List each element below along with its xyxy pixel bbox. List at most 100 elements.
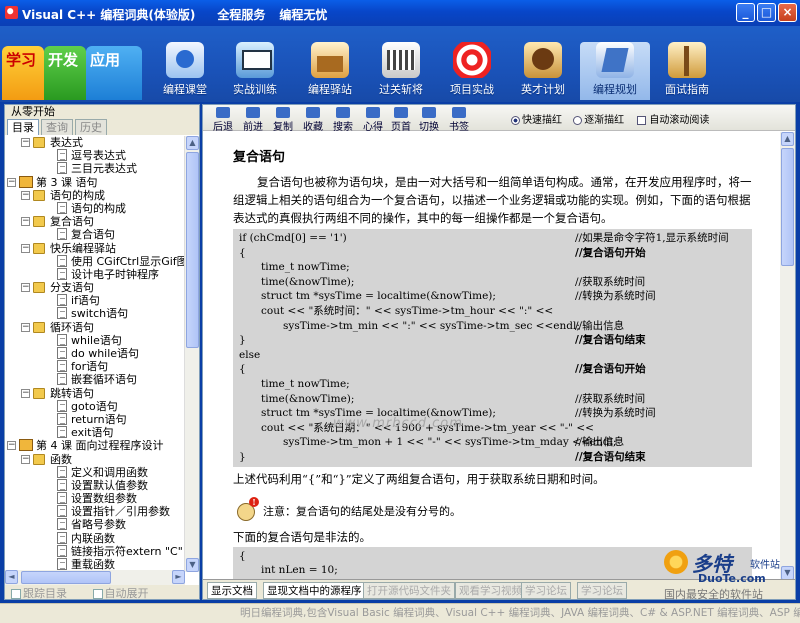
tree-node[interactable]: 设置指针／引用参数 (5, 505, 185, 518)
tree-node[interactable]: do while语句 (5, 347, 185, 360)
tree-node[interactable]: goto语句 (5, 399, 185, 413)
tree-horizontal-scrollbar[interactable]: ◄ ► (5, 570, 185, 585)
tree-node[interactable]: 嵌套循环语句 (5, 373, 185, 386)
search-button[interactable]: 搜索 (329, 106, 357, 133)
expand-toggle-icon[interactable]: − (7, 177, 16, 187)
back-button[interactable]: 后退 (209, 106, 237, 133)
expand-toggle-icon[interactable]: − (21, 217, 30, 227)
tree-node[interactable]: 设计电子时钟程序 (5, 267, 185, 281)
tree-node[interactable]: 定义和调用函数 (5, 465, 185, 479)
expand-toggle-icon[interactable]: − (7, 441, 16, 451)
expand-toggle-icon[interactable]: − (21, 454, 30, 464)
tree-node[interactable]: exit语句 (5, 426, 185, 439)
tree-node[interactable]: 逗号表达式 (5, 149, 185, 162)
expand-toggle-icon[interactable]: − (21, 138, 30, 147)
tab-show-source[interactable]: 显现文档中的源程序 (263, 582, 366, 599)
copy-button[interactable]: 复制 (269, 106, 297, 133)
page-title: 复合语句 (233, 150, 286, 165)
tree-node[interactable]: if语句 (5, 294, 185, 307)
tree-node[interactable]: 复合语句 (5, 228, 185, 242)
back-label: 后退 (213, 122, 233, 133)
scroll-left-arrow-icon[interactable]: ◄ (5, 570, 18, 584)
expand-toggle-icon[interactable]: − (21, 322, 30, 332)
tree-node[interactable]: 语句的构成 (5, 201, 185, 215)
expand-toggle-icon[interactable]: − (21, 283, 30, 293)
content-vertical-scrollbar[interactable]: ▲ ▼ (780, 132, 795, 580)
auto-expand-checkbox[interactable] (92, 589, 103, 599)
scroll-up-arrow-icon[interactable]: ▲ (186, 136, 199, 150)
track-directory-checkbox[interactable] (11, 589, 21, 599)
title-bar[interactable]: Visual C++ 编程词典(体验版) 全程服务 编程无忧 _ □ × (0, 0, 800, 26)
favorite-button[interactable]: 收藏 (299, 106, 327, 133)
tab-query[interactable]: 查询 (41, 119, 73, 135)
tab-watch-video[interactable]: 观看学习视频 (455, 582, 526, 599)
scroll-down-arrow-icon[interactable]: ▼ (186, 558, 199, 572)
tab-application[interactable]: 应用 (86, 46, 142, 100)
expand-toggle-icon[interactable]: − (21, 243, 30, 253)
expand-toggle-icon[interactable]: − (21, 388, 30, 398)
scroll-thumb[interactable] (21, 571, 111, 584)
forward-button[interactable]: 前进 (239, 106, 267, 133)
auto-scroll-checkbox[interactable] (637, 115, 647, 125)
tab-open-source-folder[interactable]: 打开源代码文件夹 (363, 582, 455, 599)
tree-node[interactable]: 内联函数 (5, 531, 185, 545)
tree-node[interactable]: − 循环语句 (5, 321, 185, 334)
tree-node[interactable]: − 分支语句 (5, 281, 185, 294)
tab-study[interactable]: 学习 (2, 46, 44, 100)
tree-node[interactable]: − 复合语句 (5, 215, 185, 228)
ribbon-header: 学习 开发 应用 编程课堂 实战训练 编程驿站 过关斩将 项目实战 英才计划 编… (0, 26, 800, 102)
notes-button[interactable]: 心得 (359, 106, 387, 133)
tree-node[interactable]: − 第 3 课 语句 (5, 175, 185, 189)
tab-forum-2[interactable]: 学习论坛 (577, 582, 627, 599)
tree-node[interactable]: − 第 4 课 面向过程程序设计 (5, 439, 185, 452)
tree-node[interactable]: 省略号参数 (5, 518, 185, 531)
directory-tree[interactable]: − 表达式 逗号表达式 三目元表达式 − 第 3 课 语句 − 语句的构成 语句的构成 − 复合语句… (5, 136, 185, 572)
code-text: time(&nowTime); (261, 392, 355, 405)
tree-node[interactable]: − 表达式 (5, 136, 185, 149)
tree-node[interactable]: while语句 (5, 333, 185, 347)
nav-classroom[interactable]: 编程课堂 (150, 42, 220, 100)
tab-directory[interactable]: 目录 (7, 119, 39, 135)
gradual-highlight-radio[interactable] (573, 115, 583, 125)
scroll-thumb[interactable] (186, 152, 199, 348)
minimize-button[interactable]: _ (736, 3, 755, 22)
tree-node[interactable]: 三目元表达式 (5, 162, 185, 175)
expand-toggle-icon[interactable]: − (21, 190, 30, 200)
nav-talent[interactable]: 英才计划 (508, 42, 578, 100)
tree-node[interactable]: switch语句 (5, 307, 185, 320)
bookmark-button[interactable]: 书签 (445, 106, 473, 133)
tree-node[interactable]: − 函数 (5, 453, 185, 466)
tree-node[interactable]: 设置数组参数 (5, 492, 185, 505)
tree-node[interactable]: 使用 CGifCtrl显示Gif图标 (5, 254, 185, 268)
tree-node[interactable]: for语句 (5, 360, 185, 373)
nav-level[interactable]: 过关斩将 (366, 42, 436, 100)
scroll-right-arrow-icon[interactable]: ► (172, 570, 185, 584)
nav-plan[interactable]: 编程规划 (580, 42, 650, 100)
maximize-button[interactable]: □ (757, 3, 776, 22)
tree-node[interactable]: 链接指示符extern "C" (5, 544, 185, 558)
tree-vertical-scrollbar[interactable]: ▲ ▼ (184, 136, 199, 572)
scroll-thumb[interactable] (781, 148, 794, 266)
app-icon[interactable] (5, 6, 18, 19)
top-button[interactable]: 页首 (387, 106, 415, 133)
gradual-highlight-label: 逐渐描红 (584, 115, 625, 126)
close-button[interactable]: × (778, 3, 797, 22)
switch-button[interactable]: 切换 (415, 106, 443, 133)
nav-training[interactable]: 实战训练 (220, 42, 290, 100)
tab-develop[interactable]: 开发 (44, 46, 86, 100)
nav-station[interactable]: 编程驿站 (295, 42, 365, 100)
nav-project[interactable]: 项目实战 (437, 42, 507, 100)
tab-forum[interactable]: 学习论坛 (521, 582, 571, 599)
tree-node[interactable]: − 语句的构成 (5, 189, 185, 202)
fast-highlight-radio[interactable] (511, 115, 520, 125)
tree-node[interactable]: − 跳转语句 (5, 387, 185, 400)
tree-node[interactable]: − 快乐编程驿站 (5, 242, 185, 255)
scroll-up-arrow-icon[interactable]: ▲ (781, 132, 794, 146)
top-label: 页首 (391, 122, 411, 133)
tab-show-document[interactable]: 显示文档 (207, 582, 257, 599)
folder-icon (33, 282, 45, 294)
tree-node[interactable]: return语句 (5, 412, 185, 426)
tree-node[interactable]: 设置默认值参数 (5, 478, 185, 492)
nav-guide[interactable]: 面试指南 (652, 42, 722, 100)
tab-history[interactable]: 历史 (75, 119, 107, 135)
